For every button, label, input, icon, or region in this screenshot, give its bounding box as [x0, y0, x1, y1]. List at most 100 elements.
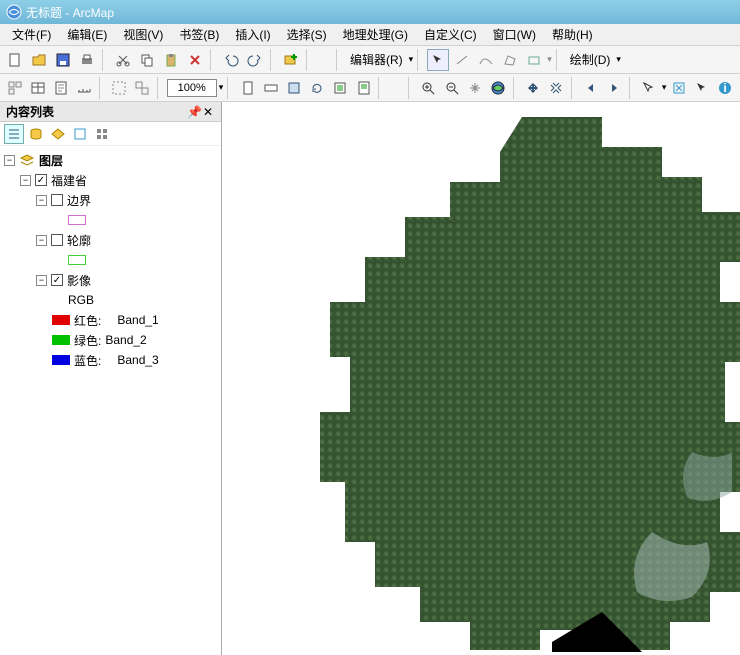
print-button[interactable] [76, 49, 98, 71]
menu-geoprocessing[interactable]: 地理处理(G) [337, 24, 414, 45]
refresh-button[interactable] [307, 77, 328, 99]
separator [378, 77, 384, 99]
expand-icon[interactable]: − [36, 275, 47, 286]
open-button[interactable] [28, 49, 50, 71]
copy-button[interactable] [136, 49, 158, 71]
next-extent-button[interactable] [604, 77, 625, 99]
select-elements-button[interactable] [692, 77, 713, 99]
checkbox-checked-icon[interactable]: ✓ [51, 274, 63, 286]
menu-selection[interactable]: 选择(S) [281, 24, 333, 45]
symbol-swatch[interactable] [68, 255, 86, 265]
select-features-button[interactable] [639, 77, 660, 99]
data-view-button[interactable] [330, 77, 351, 99]
menu-view[interactable]: 视图(V) [117, 24, 169, 45]
save-button[interactable] [52, 49, 74, 71]
layer-props-button[interactable] [4, 77, 25, 99]
table-button[interactable] [27, 77, 48, 99]
layer-label: 影像 [67, 272, 91, 289]
list-by-source-button[interactable] [26, 124, 46, 144]
scale-button[interactable] [74, 77, 95, 99]
close-icon[interactable]: ✕ [201, 105, 215, 119]
dropdown-arrow-icon[interactable]: ▾ [662, 82, 667, 93]
edit-trace-button[interactable] [475, 49, 497, 71]
edit-rect-button[interactable] [523, 49, 545, 71]
tree-root[interactable]: − 图层 [4, 150, 217, 170]
layout-view-button[interactable] [353, 77, 374, 99]
fixed-zoom-in-button[interactable] [522, 77, 543, 99]
separator [306, 49, 312, 71]
window-title: 无标题 - ArcMap [26, 4, 114, 21]
band-swatch [52, 315, 70, 325]
dropdown-arrow-icon[interactable]: ▾ [547, 54, 552, 65]
delete-button[interactable] [184, 49, 206, 71]
expand-icon[interactable]: − [20, 175, 31, 186]
edit-pointer-button[interactable] [427, 49, 449, 71]
draw-menu-label[interactable]: 绘制(D) [566, 51, 615, 68]
band-name: Band_3 [117, 353, 158, 367]
list-by-drawing-order-button[interactable] [4, 124, 24, 144]
zoom-page-button[interactable] [237, 77, 258, 99]
expand-icon[interactable]: − [36, 195, 47, 206]
zoom-in-button[interactable] [418, 77, 439, 99]
list-by-visibility-button[interactable] [48, 124, 68, 144]
tree-layer[interactable]: − ✓ 影像 [4, 270, 217, 290]
layout-toggle-button[interactable] [283, 77, 304, 99]
tree-root-label: 图层 [39, 152, 63, 169]
zoom-input[interactable] [167, 79, 217, 97]
zoom-out-button[interactable] [441, 77, 462, 99]
toc-panel: 内容列表 📌 ✕ − 图层 − ✓ 福建省 − [0, 102, 222, 655]
band-name: Band_2 [105, 333, 146, 347]
band-row: 红色: Band_1 [4, 310, 217, 330]
menu-help[interactable]: 帮助(H) [546, 24, 599, 45]
checkbox-icon[interactable] [51, 194, 63, 206]
add-data-button[interactable] [280, 49, 302, 71]
list-by-selection-button[interactable] [70, 124, 90, 144]
expand-icon[interactable]: − [36, 235, 47, 246]
options-button[interactable] [92, 124, 112, 144]
clear-selection-button[interactable] [668, 77, 689, 99]
content-area: 内容列表 📌 ✕ − 图层 − ✓ 福建省 − [0, 102, 740, 655]
checkbox-icon[interactable] [51, 234, 63, 246]
menu-windows[interactable]: 窗口(W) [487, 24, 542, 45]
menu-file[interactable]: 文件(F) [6, 24, 57, 45]
menu-edit[interactable]: 编辑(E) [61, 24, 113, 45]
separator [556, 49, 562, 71]
rgb-label-row: RGB [4, 290, 217, 310]
paste-button[interactable] [160, 49, 182, 71]
expand-icon[interactable]: − [4, 155, 15, 166]
tree-layer[interactable]: − 轮廓 [4, 230, 217, 250]
pin-icon[interactable]: 📌 [187, 105, 201, 119]
rgb-label: RGB [68, 293, 94, 307]
fixed-zoom-out-button[interactable] [546, 77, 567, 99]
separator [336, 49, 342, 71]
menu-customize[interactable]: 自定义(C) [418, 24, 483, 45]
undo-button[interactable] [220, 49, 242, 71]
edit-line-button[interactable] [451, 49, 473, 71]
new-doc-button[interactable] [4, 49, 26, 71]
editor-menu-label[interactable]: 编辑器(R) [346, 51, 407, 68]
map-view[interactable] [222, 102, 740, 655]
reports-button[interactable] [50, 77, 71, 99]
group-button[interactable] [109, 77, 130, 99]
ungroup-button[interactable] [132, 77, 153, 99]
dropdown-arrow-icon[interactable]: ▾ [616, 54, 621, 65]
menu-bookmarks[interactable]: 书签(B) [173, 24, 225, 45]
identify-button[interactable]: i [715, 77, 736, 99]
full-extent-button[interactable] [487, 77, 508, 99]
redo-button[interactable] [244, 49, 266, 71]
edit-polygon-button[interactable] [499, 49, 521, 71]
checkbox-checked-icon[interactable]: ✓ [35, 174, 47, 186]
prev-extent-button[interactable] [580, 77, 601, 99]
zoom-width-button[interactable] [260, 77, 281, 99]
svg-text:i: i [724, 81, 727, 95]
layer-label: 边界 [67, 192, 91, 209]
dropdown-arrow-icon[interactable]: ▾ [409, 54, 414, 65]
symbol-swatch[interactable] [68, 215, 86, 225]
separator [629, 77, 635, 99]
menu-insert[interactable]: 插入(I) [229, 24, 276, 45]
pan-button[interactable] [464, 77, 485, 99]
tree-layer[interactable]: − 边界 [4, 190, 217, 210]
tree-group[interactable]: − ✓ 福建省 [4, 170, 217, 190]
dropdown-arrow-icon[interactable]: ▾ [219, 82, 224, 93]
cut-button[interactable] [112, 49, 134, 71]
